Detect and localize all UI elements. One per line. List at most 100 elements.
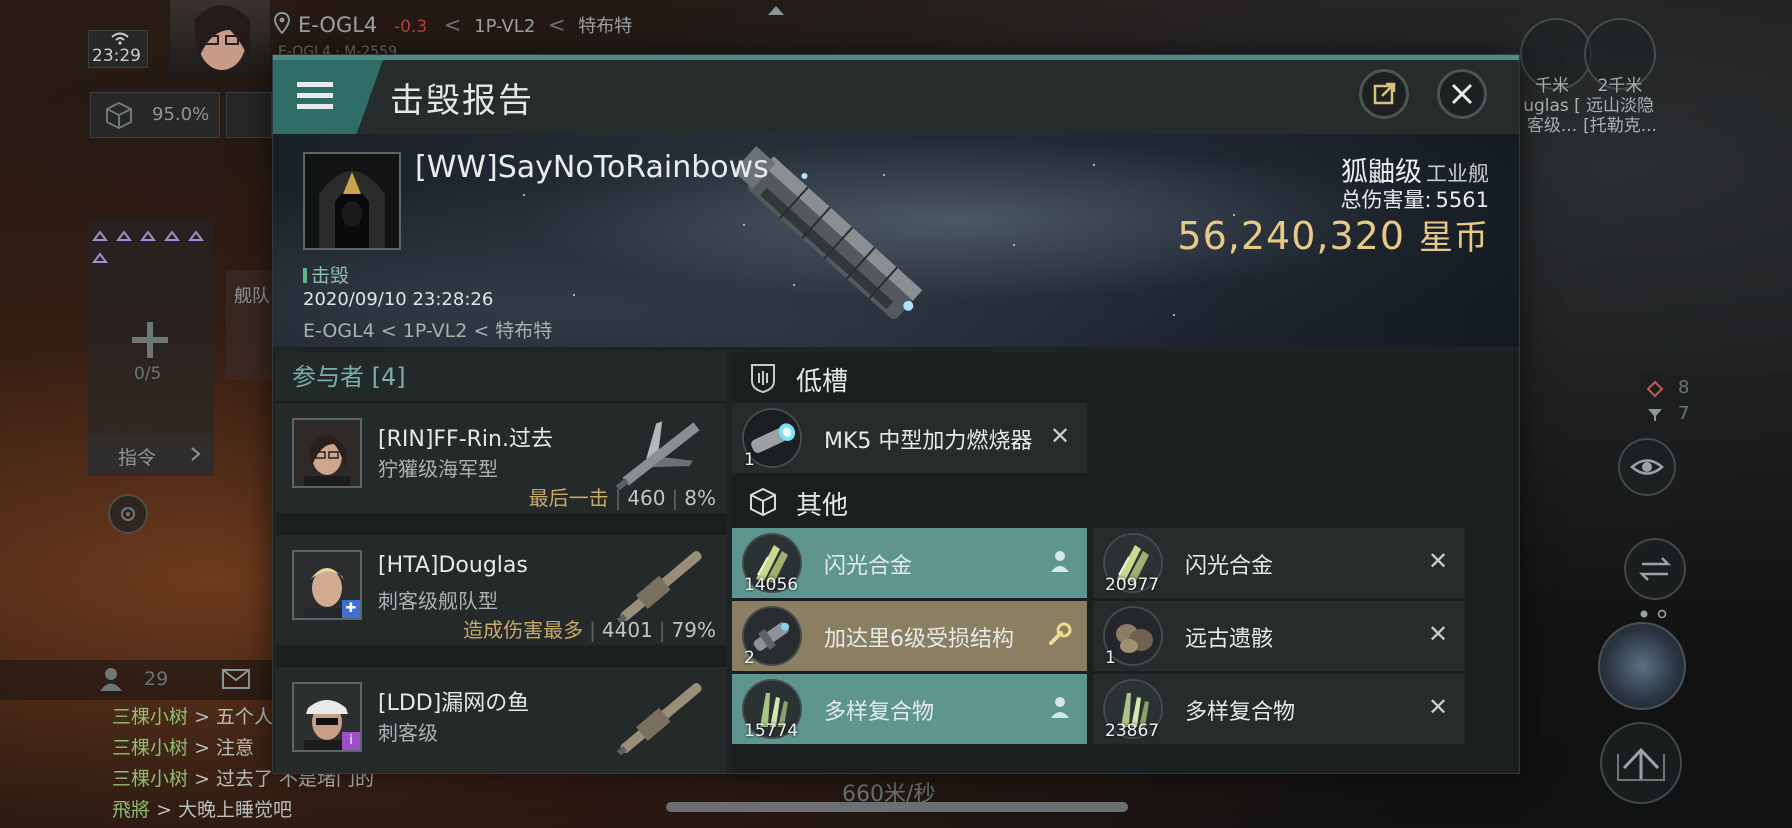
item-row[interactable]: 1 MK5 中型加力燃烧器 ✕: [732, 403, 1087, 473]
destroyed-x-icon: ✕: [1427, 547, 1449, 575]
destroyed-x-icon: ✕: [1427, 620, 1449, 648]
kill-time: 2020/09/10 23:28:26: [303, 289, 494, 310]
item-row[interactable]: 23867 多样复合物 ✕: [1093, 674, 1465, 744]
home-indicator[interactable]: [666, 802, 1128, 812]
overview-distance: 2千米: [1597, 76, 1643, 96]
cargo-percent: 95.0%: [152, 104, 210, 125]
participant-portrait: [292, 418, 362, 488]
low-slot-header: 低槽: [732, 353, 1092, 401]
fleet-member-icons: [90, 226, 214, 266]
victim-name[interactable]: [WW]SayNoToRainbows: [415, 150, 769, 185]
participant-portrait: i: [292, 682, 362, 752]
victim-portrait[interactable]: [303, 152, 401, 250]
cargo-box-icon: [748, 487, 778, 517]
list-icon-diamond: [1646, 380, 1664, 398]
item-quantity: 20977: [1105, 575, 1160, 595]
participant-row[interactable]: ✚ [HTA]Douglas 刺客级舰队型 造成伤害最多 | 4401 | 79%: [276, 533, 726, 645]
other-header: 其他: [732, 477, 1092, 525]
fleet-badge-icon: ✚: [342, 600, 360, 618]
chat-line: 飛將 > 大晚上睡觉吧: [112, 799, 293, 821]
item-quantity: 14056: [744, 575, 799, 595]
item-row[interactable]: 1 远古遗骸 ✕: [1093, 601, 1465, 671]
info-badge-icon: i: [342, 732, 360, 750]
modal-title: 击毁报告: [390, 81, 534, 121]
clock: 23:29: [92, 46, 141, 66]
destroyed-x-icon: ✕: [1049, 422, 1071, 450]
item-name: 闪光合金: [1185, 554, 1274, 579]
location-pin-icon: [273, 11, 291, 35]
fleet-slots: 0/5: [134, 364, 162, 384]
local-members-icon[interactable]: [98, 666, 124, 692]
participant-stats: 造成伤害最多 | 4401 | 79%: [463, 618, 716, 642]
overview-entry[interactable]: 2千米 远山淡隐 [托勒克...: [1570, 76, 1670, 136]
mail-icon[interactable]: [222, 668, 250, 690]
pilot-icon: [1047, 694, 1073, 720]
items-panel: 低槽 1 MK5 中型加力燃烧器 ✕ 其他 14056 闪光合金 20977 闪…: [732, 353, 1518, 773]
other-label: 其他: [796, 491, 849, 521]
close-button[interactable]: [1437, 69, 1487, 119]
item-row[interactable]: 2 加达里6级受损结构: [732, 601, 1087, 671]
item-quantity: 2: [744, 648, 755, 668]
participant-ship-image: [606, 671, 716, 765]
victim-hero: [WW]SayNoToRainbows 击毁 2020/09/10 23:28:…: [273, 134, 1519, 347]
participant-name: [RIN]FF-Rin.过去: [378, 427, 553, 452]
wrench-icon: [1047, 621, 1073, 647]
page-dots: [1638, 604, 1678, 619]
item-quantity: 15774: [744, 721, 799, 741]
item-row[interactable]: 20977 闪光合金 ✕: [1093, 528, 1465, 598]
participants-panel: 参与者 [4] [RIN]FF-Rin.过去 狞獾级海军型 最后一击 | 460 | 8…: [276, 353, 726, 773]
participant-stats: 最后一击 | 460 | 8%: [528, 486, 716, 510]
item-quantity: 1: [744, 450, 755, 470]
add-fleet-icon[interactable]: [128, 318, 172, 362]
item-row[interactable]: 14056 闪光合金: [732, 528, 1087, 598]
participant-portrait: ✚: [292, 550, 362, 620]
item-quantity: 23867: [1105, 721, 1160, 741]
constellation-name: 特布特: [578, 16, 633, 37]
share-button[interactable]: [1359, 69, 1409, 119]
item-name: 加达里6级受损结构: [824, 627, 1014, 652]
item-name: 远古遗骸: [1185, 627, 1274, 652]
collapse-arrow-icon[interactable]: [766, 2, 786, 16]
target-icon[interactable]: [108, 494, 148, 534]
list-icon-filter: [1646, 406, 1664, 424]
wifi-icon: [110, 30, 130, 45]
dock-icon[interactable]: [1600, 722, 1682, 804]
chevron-right-icon: [190, 446, 202, 462]
warp-button[interactable]: [1598, 622, 1686, 710]
system-name: E-OGL4: [298, 13, 378, 37]
location-breadcrumb[interactable]: E-OGL4 -0.3 < 1P-VL2 < 特布特: [298, 12, 632, 38]
player-portrait[interactable]: [170, 0, 270, 78]
destroyed-x-icon: ✕: [1427, 693, 1449, 721]
command-label: 指令: [118, 447, 157, 469]
ship-type: 工业舰: [1426, 162, 1489, 186]
module-slot[interactable]: [226, 92, 272, 138]
kill-location[interactable]: E-OGL4 < 1P-VL2 < 特布特: [303, 316, 552, 343]
participant-ship: 刺客级舰队型: [378, 589, 498, 613]
item-quantity: 1: [1105, 648, 1116, 668]
kill-status: 击毁: [303, 261, 349, 288]
menu-icon: [297, 82, 333, 110]
list-count: 8: [1678, 377, 1690, 398]
participants-header: 参与者 [4]: [276, 353, 726, 401]
participant-row[interactable]: i [LDD]漏网の鱼 刺客级: [276, 665, 726, 773]
share-icon: [1373, 82, 1396, 105]
kill-report-modal: 击毁报告 [WW]SayNoToRainbows 击毁 2020/09/10 2…: [272, 54, 1520, 774]
fleet-tab-label: 舰队: [234, 286, 270, 307]
item-row[interactable]: 15774 多样复合物: [732, 674, 1087, 744]
item-name: 多样复合物: [1185, 700, 1296, 725]
region-name: 1P-VL2: [474, 16, 536, 37]
security-status: -0.3: [393, 17, 428, 37]
swap-icon[interactable]: [1624, 538, 1686, 600]
item-name: 闪光合金: [824, 554, 913, 579]
overview-sub: [托勒克...: [1583, 116, 1657, 136]
participant-row[interactable]: [RIN]FF-Rin.过去 狞獾级海军型 最后一击 | 460 | 8%: [276, 401, 726, 513]
item-name: MK5 中型加力燃烧器: [824, 429, 1033, 454]
eye-icon[interactable]: [1618, 438, 1676, 496]
participant-name: [LDD]漏网の鱼: [378, 691, 530, 716]
list-count: 7: [1678, 403, 1690, 424]
close-icon: [1451, 83, 1473, 105]
overview-name: 远山淡隐: [1586, 96, 1654, 116]
isk-value: 56,240,320 星币: [1177, 214, 1489, 258]
pilot-icon: [1047, 548, 1073, 574]
local-count: 29: [144, 668, 169, 690]
